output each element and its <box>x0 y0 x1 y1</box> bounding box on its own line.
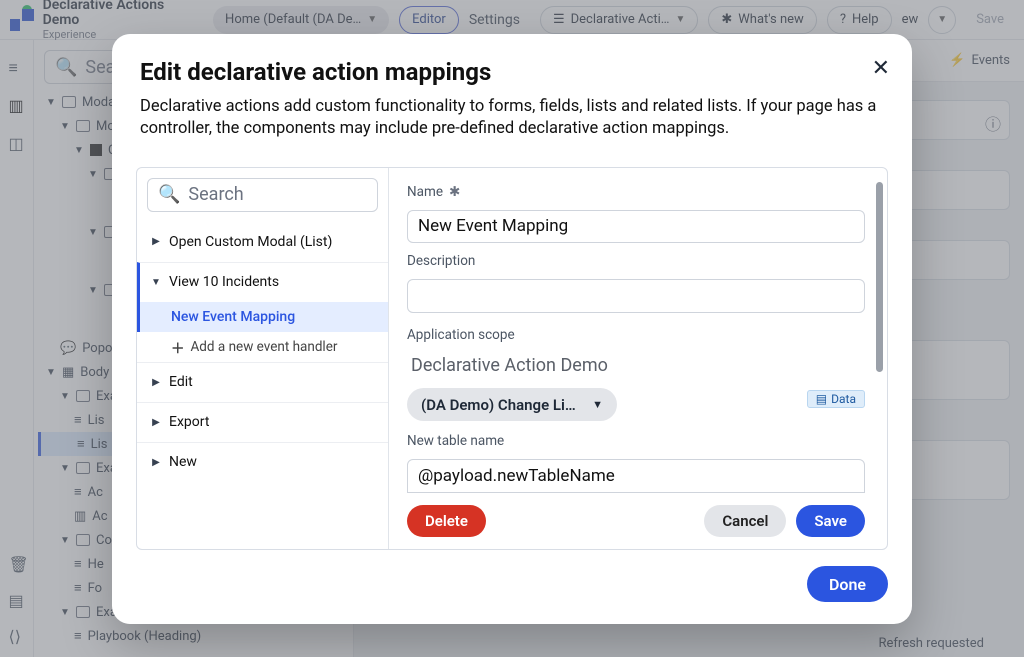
required-icon: ✱ <box>449 184 460 200</box>
plus-icon: ＋ <box>171 337 185 357</box>
accordion-export[interactable]: ▶Export <box>137 402 388 442</box>
form-button-row: Delete Cancel Save <box>407 505 865 537</box>
new-table-label: New table name <box>407 433 865 449</box>
description-label: Description <box>407 253 865 269</box>
modal-overlay: Edit declarative action mappings ✕ Decla… <box>0 0 1024 657</box>
accordion-open-custom-modal[interactable]: ▶Open Custom Modal (List) <box>137 222 388 262</box>
accordion-view-incidents[interactable]: ▼View 10 Incidents <box>137 262 388 302</box>
add-event-handler[interactable]: ＋Add a new event handler <box>137 332 388 362</box>
name-input[interactable]: New Event Mapping <box>407 210 865 244</box>
mapping-new-event[interactable]: New Event Mapping <box>137 302 388 332</box>
action-dropdown-label: (DA Demo) Change Lis… <box>421 396 582 414</box>
modal-title: Edit declarative action mappings <box>140 58 884 86</box>
done-button[interactable]: Done <box>807 566 888 602</box>
accordion-edit[interactable]: ▶Edit <box>137 362 388 402</box>
app-scope-label: Application scope <box>407 327 865 343</box>
new-table-input[interactable]: @payload.newTableName <box>407 459 865 493</box>
search-icon: 🔍 <box>158 184 180 205</box>
data-pill[interactable]: ▤ Data <box>807 390 865 408</box>
accordion-new[interactable]: ▶New <box>137 442 388 482</box>
modal-description: Declarative actions add custom functiona… <box>140 96 884 141</box>
save-button[interactable]: Save <box>796 505 865 537</box>
mapping-form: Name ✱ New Event Mapping Description App… <box>389 168 887 549</box>
cancel-button[interactable]: Cancel <box>704 505 786 537</box>
close-icon[interactable]: ✕ <box>872 56 890 81</box>
modal-footer: Done <box>112 550 912 624</box>
description-input[interactable] <box>407 279 865 313</box>
chevron-down-icon: ▼ <box>592 398 603 411</box>
action-dropdown[interactable]: (DA Demo) Change Lis… ▼ <box>407 388 617 422</box>
data-icon: ▤ <box>816 392 827 406</box>
mappings-search-input[interactable]: 🔍 Search <box>147 178 378 212</box>
edit-mappings-modal: Edit declarative action mappings ✕ Decla… <box>112 34 912 624</box>
app-scope-value: Declarative Action Demo <box>407 353 865 378</box>
name-label: Name ✱ <box>407 184 865 200</box>
scrollbar[interactable] <box>876 182 883 372</box>
modal-body: 🔍 Search ▶Open Custom Modal (List) ▼View… <box>136 167 888 550</box>
mappings-search-placeholder: Search <box>188 184 243 205</box>
delete-button[interactable]: Delete <box>407 505 486 537</box>
mappings-list-column: 🔍 Search ▶Open Custom Modal (List) ▼View… <box>137 168 389 549</box>
